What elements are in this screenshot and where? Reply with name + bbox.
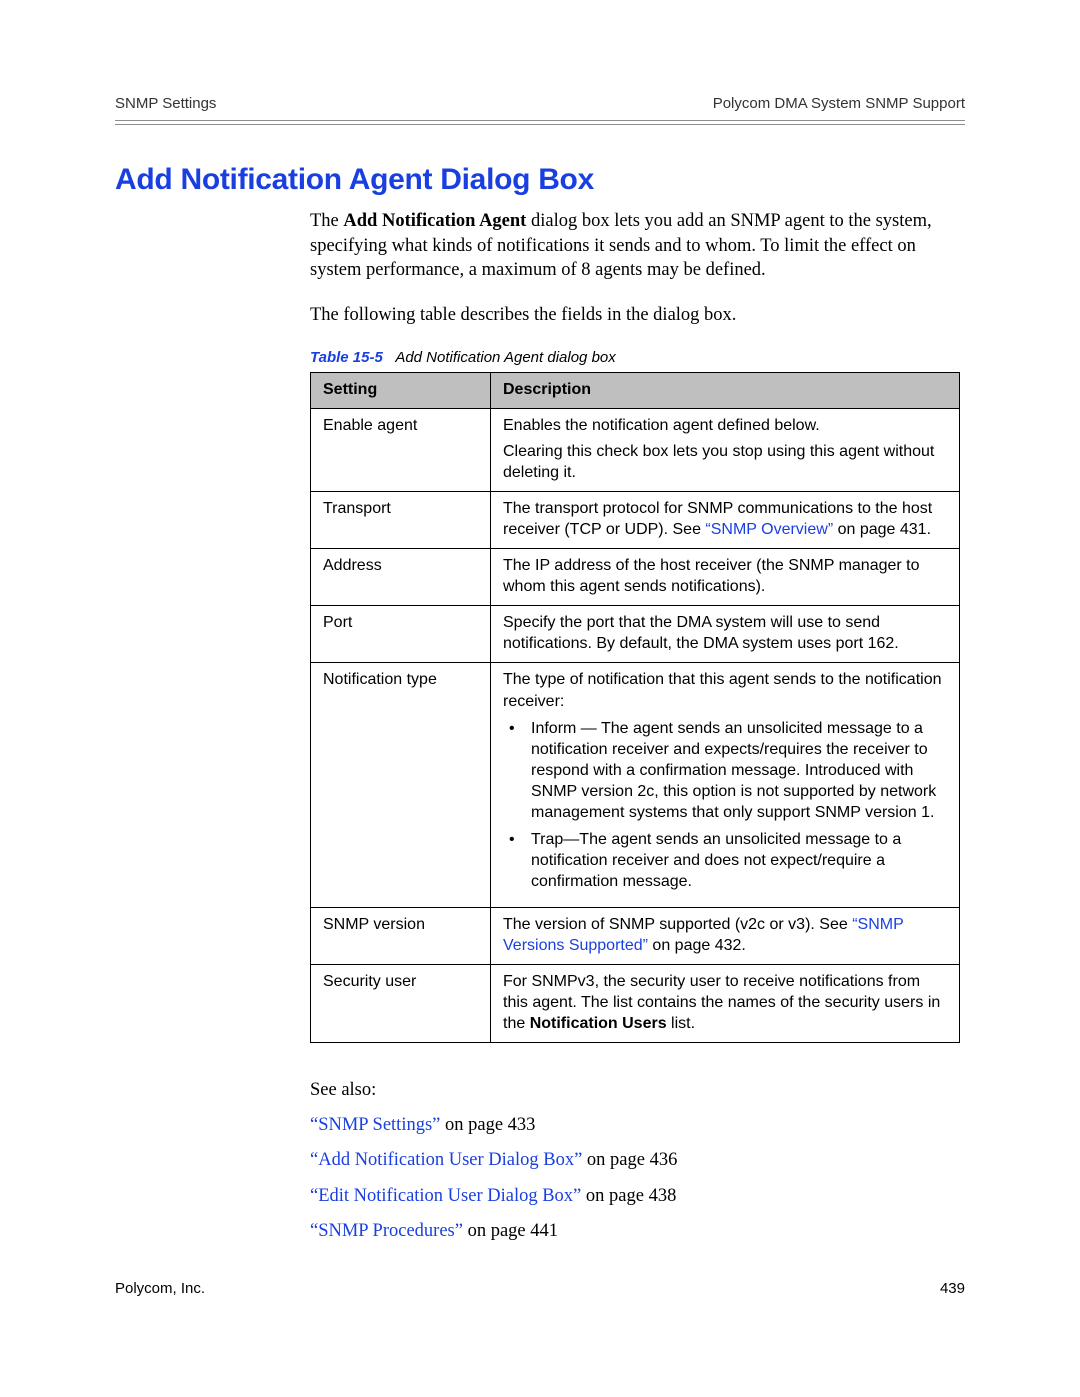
cell-setting: Address [311, 549, 491, 606]
cell-setting: Security user [311, 964, 491, 1042]
intro-paragraph-2: The following table describes the fields… [310, 303, 965, 328]
header-right: Polycom DMA System SNMP Support [713, 95, 965, 112]
see-also-rest: on page 441 [463, 1221, 558, 1241]
cell-description: The type of notification that this agent… [491, 663, 960, 907]
see-also-block: See also: “SNMP Settings” on page 433 “A… [310, 1073, 965, 1249]
link-edit-notification-user-dialog[interactable]: “Edit Notification User Dialog Box” [310, 1186, 581, 1206]
desc-line: Enables the notification agent defined b… [503, 415, 947, 436]
table-row: Transport The transport protocol for SNM… [311, 491, 960, 548]
cell-setting: Port [311, 606, 491, 663]
desc-bold: Notification Users [530, 1015, 667, 1032]
desc-lead: The type of notification that this agent… [503, 669, 947, 711]
cell-description: The version of SNMP supported (v2c or v3… [491, 907, 960, 964]
page-footer: Polycom, Inc. 439 [115, 1280, 965, 1297]
link-snmp-overview[interactable]: “SNMP Overview” [705, 521, 833, 538]
cell-description: Specify the port that the DMA system wil… [491, 606, 960, 663]
table-header-row: Setting Description [311, 373, 960, 409]
bullet-list: Inform — The agent sends an unsolicited … [503, 718, 947, 893]
desc-line: Clearing this check box lets you stop us… [503, 441, 947, 483]
cell-setting: SNMP version [311, 907, 491, 964]
see-also-item: “SNMP Procedures” on page 441 [310, 1214, 965, 1249]
table-row: Enable agent Enables the notification ag… [311, 409, 960, 491]
see-also-label: See also: [310, 1073, 965, 1108]
footer-left: Polycom, Inc. [115, 1280, 205, 1297]
table-row: Address The IP address of the host recei… [311, 549, 960, 606]
see-also-item: “Add Notification User Dialog Box” on pa… [310, 1143, 965, 1178]
header-left: SNMP Settings [115, 95, 216, 112]
intro-paragraph-1: The Add Notification Agent dialog box le… [310, 209, 965, 283]
table-row: SNMP version The version of SNMP support… [311, 907, 960, 964]
table-row: Notification type The type of notificati… [311, 663, 960, 907]
table-row: Port Specify the port that the DMA syste… [311, 606, 960, 663]
intro-block: The Add Notification Agent dialog box le… [310, 209, 965, 327]
desc-text: on page 431. [833, 521, 931, 538]
list-item: Inform — The agent sends an unsolicited … [503, 718, 947, 824]
table-caption: Table 15-5 Add Notification Agent dialog… [310, 349, 965, 366]
cell-description: The transport protocol for SNMP communic… [491, 491, 960, 548]
th-description: Description [491, 373, 960, 409]
desc-text: list. [667, 1015, 695, 1032]
cell-setting: Transport [311, 491, 491, 548]
cell-description: The IP address of the host receiver (the… [491, 549, 960, 606]
link-snmp-settings[interactable]: “SNMP Settings” [310, 1115, 440, 1135]
list-item: Trap—The agent sends an unsolicited mess… [503, 829, 947, 892]
table-caption-text: Add Notification Agent dialog box [395, 349, 615, 366]
th-setting: Setting [311, 373, 491, 409]
footer-page-number: 439 [940, 1280, 965, 1297]
section-title: Add Notification Agent Dialog Box [115, 163, 965, 197]
cell-setting: Notification type [311, 663, 491, 907]
link-snmp-procedures[interactable]: “SNMP Procedures” [310, 1221, 463, 1241]
cell-description: Enables the notification agent defined b… [491, 409, 960, 491]
settings-table: Setting Description Enable agent Enables… [310, 372, 960, 1043]
see-also-rest: on page 433 [440, 1115, 535, 1135]
intro-p1-bold: Add Notification Agent [343, 211, 526, 231]
intro-p1a: The [310, 211, 343, 231]
see-also-rest: on page 438 [581, 1186, 676, 1206]
cell-setting: Enable agent [311, 409, 491, 491]
see-also-rest: on page 436 [582, 1150, 677, 1170]
table-caption-label: Table 15-5 [310, 349, 383, 366]
see-also-item: “SNMP Settings” on page 433 [310, 1108, 965, 1143]
desc-text: on page 432. [648, 937, 746, 954]
see-also-item: “Edit Notification User Dialog Box” on p… [310, 1179, 965, 1214]
running-header: SNMP Settings Polycom DMA System SNMP Su… [115, 95, 965, 112]
header-rule [115, 120, 965, 125]
table-row: Security user For SNMPv3, the security u… [311, 964, 960, 1042]
desc-text: The version of SNMP supported (v2c or v3… [503, 916, 852, 933]
cell-description: For SNMPv3, the security user to receive… [491, 964, 960, 1042]
page: SNMP Settings Polycom DMA System SNMP Su… [0, 0, 1080, 1397]
link-add-notification-user-dialog[interactable]: “Add Notification User Dialog Box” [310, 1150, 582, 1170]
